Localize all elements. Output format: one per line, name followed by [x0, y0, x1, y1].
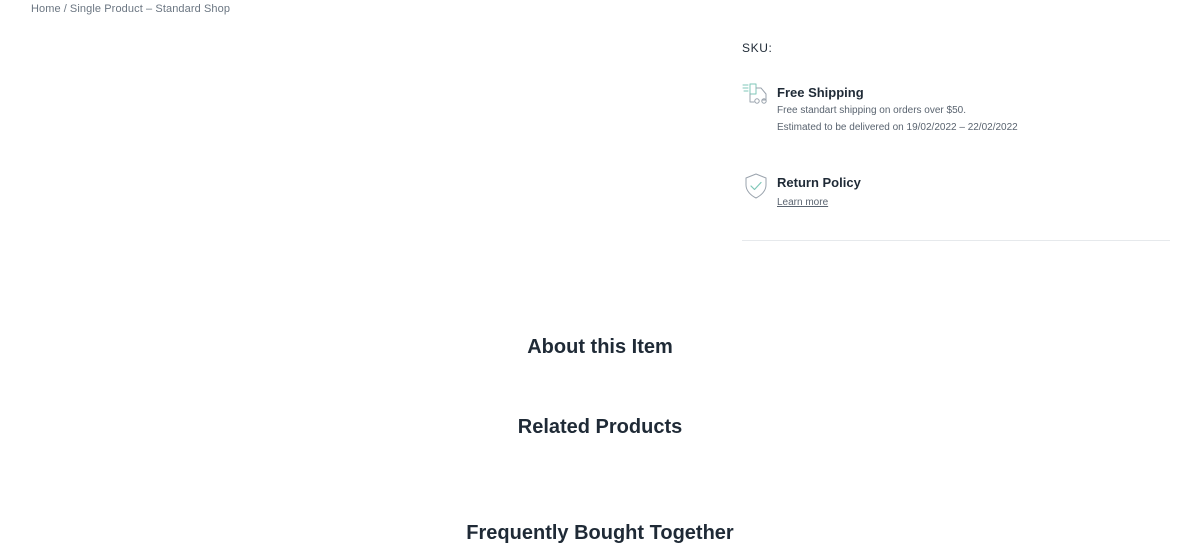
learn-more-link[interactable]: Learn more — [777, 197, 828, 208]
frequently-bought-together-heading: Frequently Bought Together — [466, 522, 734, 544]
delivery-estimate: Estimated to be delivered on 19/02/2022 … — [777, 122, 1018, 133]
free-shipping-title: Free Shipping — [777, 85, 864, 100]
shield-check-icon — [742, 172, 770, 200]
free-shipping-text: Free Shipping Free standart shipping on … — [777, 84, 1167, 136]
truck-icon — [742, 82, 770, 110]
breadcrumb-home-link[interactable]: Home — [31, 3, 61, 15]
breadcrumb: Home / Single Product – Standard Shop — [31, 3, 230, 15]
product-info-panel: SKU: Free Shipping Free standart shippin… — [742, 41, 1170, 241]
product-page: Home / Single Product – Standard Shop SKU: — [0, 0, 1200, 545]
return-policy-text: Return Policy Learn more — [777, 174, 1167, 211]
return-policy-title: Return Policy — [777, 175, 861, 190]
free-shipping-threshold: Free standart shipping on orders over $5… — [777, 105, 966, 116]
breadcrumb-current: Single Product – Standard Shop — [69, 3, 231, 15]
related-products-heading: Related Products — [517, 416, 683, 438]
divider — [742, 240, 1170, 241]
sku-label: SKU: — [742, 41, 773, 55]
breadcrumb-separator: / — [63, 3, 67, 15]
about-item-heading: About this Item — [527, 336, 673, 358]
